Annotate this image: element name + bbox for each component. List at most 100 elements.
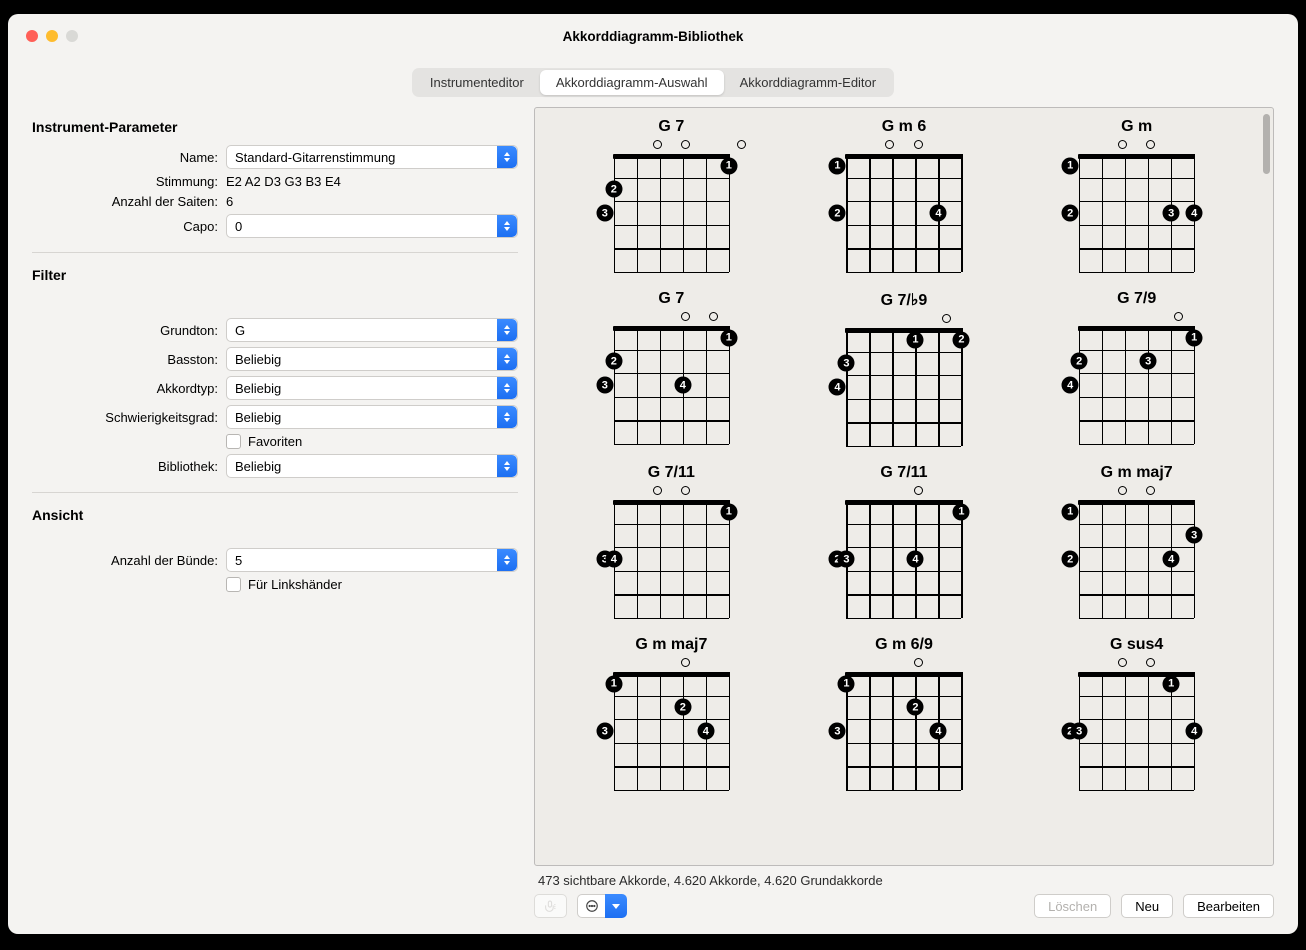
chord-diagram[interactable]: G 7/11134 (596, 464, 746, 618)
finger-dot: 2 (605, 181, 622, 198)
tab-instrument-editor[interactable]: Instrumenteditor (414, 70, 540, 95)
chord-diagram[interactable]: G 7123 (596, 118, 746, 272)
select-bass[interactable]: Beliebig (226, 347, 518, 371)
chord-diagram[interactable]: G m1234 (1062, 118, 1212, 272)
close-icon[interactable] (26, 30, 38, 42)
select-name[interactable]: Standard-Gitarrenstimmung (226, 145, 518, 169)
finger-dot: 1 (1062, 157, 1079, 174)
chevrons-icon (497, 377, 517, 399)
finger-dot: 3 (596, 377, 613, 394)
select-chordtype[interactable]: Beliebig (226, 376, 518, 400)
titlebar: Akkorddiagramm-Bibliothek (8, 14, 1298, 58)
finger-dot: 4 (930, 723, 947, 740)
select-difficulty[interactable]: Beliebig (226, 405, 518, 429)
chord-diagram[interactable]: G 71234 (596, 290, 746, 446)
finger-dot: 3 (1140, 353, 1157, 370)
label-bass: Basston: (32, 352, 226, 367)
finger-dot: 1 (838, 675, 855, 692)
content: Instrumenteditor Akkorddiagramm-Auswahl … (8, 58, 1298, 934)
finger-dot: 4 (1186, 723, 1203, 740)
checkbox-favorites[interactable] (226, 434, 241, 449)
fretboard: 134 (614, 500, 729, 618)
finger-dot: 3 (829, 723, 846, 740)
select-library[interactable]: Beliebig (226, 454, 518, 478)
chevrons-icon (497, 406, 517, 428)
label-lefty: Für Linkshänder (248, 577, 342, 592)
select-frets-value: 5 (235, 553, 242, 568)
label-name: Name: (32, 150, 226, 165)
finger-dot: 2 (1062, 551, 1079, 568)
chord-diagram[interactable]: G m 6124 (829, 118, 979, 272)
finger-dot: 3 (1186, 527, 1203, 544)
edit-button[interactable]: Bearbeiten (1183, 894, 1274, 918)
fretboard: 1234 (1079, 154, 1194, 272)
finger-dot: 2 (953, 331, 970, 348)
finger-dot: 4 (1186, 205, 1203, 222)
select-difficulty-value: Beliebig (235, 410, 281, 425)
chord-diagram[interactable]: G m maj71324 (1062, 464, 1212, 618)
chevrons-icon (497, 319, 517, 341)
window-controls (26, 30, 78, 42)
fretboard: 1324 (1079, 500, 1194, 618)
finger-dot: 1 (720, 157, 737, 174)
fretboard: 1234 (1079, 672, 1194, 790)
select-capo[interactable]: 0 (226, 214, 518, 238)
label-strings: Anzahl der Saiten: (32, 194, 226, 209)
open-string-row (596, 312, 746, 324)
open-string-row (829, 314, 979, 326)
fretboard: 1234 (846, 500, 961, 618)
open-string-row (1062, 658, 1212, 670)
chevrons-icon (497, 146, 517, 168)
fretboard: 124 (846, 154, 961, 272)
chord-name: G m 6/9 (875, 636, 933, 654)
finger-dot: 4 (1163, 551, 1180, 568)
chevrons-icon (497, 455, 517, 477)
finger-dot: 4 (829, 379, 846, 396)
chevrons-icon (497, 549, 517, 571)
chevrons-icon (497, 348, 517, 370)
label-capo: Capo: (32, 219, 226, 234)
finger-dot: 1 (720, 503, 737, 520)
chord-diagram[interactable]: G sus41234 (1062, 636, 1212, 790)
fretboard: 1234 (1079, 326, 1194, 444)
chord-diagram[interactable]: G 7/♭9 1234 (829, 290, 979, 446)
section-filter: Filter (32, 267, 518, 283)
chord-diagram[interactable]: G 7/9 1234 (1062, 290, 1212, 446)
label-difficulty: Schwierigkeitsgrad: (32, 410, 226, 425)
open-string-row (829, 140, 979, 152)
tab-chord-editor[interactable]: Akkorddiagramm-Editor (724, 70, 893, 95)
chevrons-icon (497, 215, 517, 237)
chord-grid[interactable]: G 7123G m 6124G m1234G 71234G 7/♭91234G … (534, 107, 1274, 866)
minimize-icon[interactable] (46, 30, 58, 42)
fretboard: 123 (614, 154, 729, 272)
finger-dot: 3 (596, 205, 613, 222)
chord-diagram[interactable]: G 7/11 1234 (829, 464, 979, 618)
select-root[interactable]: G (226, 318, 518, 342)
chord-name: G 7/9 (1117, 290, 1156, 308)
label-frets: Anzahl der Bünde: (32, 553, 226, 568)
select-bass-value: Beliebig (235, 352, 281, 367)
select-frets[interactable]: 5 (226, 548, 518, 572)
open-string-row (829, 486, 979, 498)
checkbox-lefty[interactable] (226, 577, 241, 592)
chord-name: G 7/11 (880, 464, 927, 482)
open-string-row (1062, 312, 1212, 324)
new-button[interactable]: Neu (1121, 894, 1173, 918)
fretboard: 1234 (846, 328, 961, 446)
finger-dot: 2 (1062, 205, 1079, 222)
finger-dot: 1 (720, 329, 737, 346)
chord-name: G 7/♭9 (881, 290, 928, 310)
tabs: Instrumenteditor Akkorddiagramm-Auswahl … (412, 68, 894, 97)
fretboard: 1234 (846, 672, 961, 790)
chord-diagram[interactable]: G m 6/9 1234 (829, 636, 979, 790)
play-button (534, 894, 567, 918)
chord-name: G m maj7 (635, 636, 707, 654)
chord-diagram[interactable]: G m maj71234 (596, 636, 746, 790)
label-tuning: Stimmung: (32, 174, 226, 189)
chord-name: G 7 (658, 118, 684, 136)
finger-dot: 1 (1062, 503, 1079, 520)
action-menu[interactable] (577, 894, 627, 918)
tab-chord-selection[interactable]: Akkorddiagramm-Auswahl (540, 70, 724, 95)
fretboard: 1234 (614, 326, 729, 444)
scrollbar-thumb[interactable] (1263, 114, 1270, 174)
